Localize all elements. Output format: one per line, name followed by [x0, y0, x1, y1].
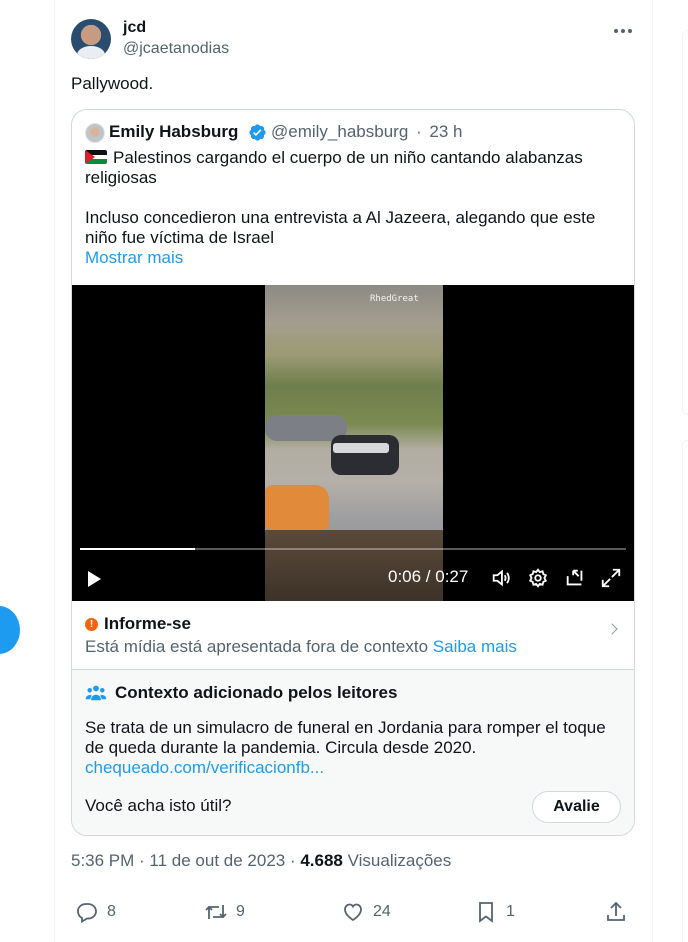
community-notes: Contexto adicionado pelos leitores Se tr… [72, 670, 634, 835]
informe-notice[interactable]: ! Informe-se Está mídia está apresentada… [72, 601, 634, 670]
share-icon [607, 901, 625, 921]
quote-author-handle[interactable]: @emily_habsburg [271, 122, 408, 141]
rate-button[interactable]: Avalie [532, 791, 621, 823]
quote-avatar[interactable] [85, 123, 105, 143]
show-more-link[interactable]: Mostrar mais [85, 248, 625, 268]
bookmark-count: 1 [506, 903, 515, 920]
settings-icon[interactable] [527, 567, 549, 589]
fullscreen-icon[interactable] [600, 567, 622, 589]
video-player[interactable]: RhedGreat 0:06 / 0:27 [72, 285, 634, 601]
author-name[interactable]: jcd [123, 19, 146, 37]
timeline-left-border [54, 0, 55, 942]
bookmark-icon [479, 902, 493, 923]
people-icon [85, 685, 107, 701]
verified-badge-icon [249, 124, 266, 141]
picture-in-picture-icon[interactable] [564, 567, 586, 589]
sidebar-card [682, 30, 688, 415]
like-button[interactable]: 24 [341, 898, 391, 926]
like-count: 24 [373, 903, 391, 920]
chevron-right-icon[interactable] [606, 623, 618, 635]
sidebar-card [682, 440, 688, 942]
informe-body: Está mídia está apresentada fora de cont… [85, 637, 433, 656]
helpful-question: Você acha isto útil? [85, 796, 232, 815]
note-source-link[interactable]: chequeado.com/verificacionfb... [85, 758, 615, 778]
video-time: 0:06 / 0:27 [388, 567, 469, 586]
reply-count: 8 [107, 903, 116, 920]
views-label: Visualizações [342, 851, 452, 870]
quote-text: Palestinos cargando el cuerpo de un niño… [85, 148, 625, 268]
community-notes-title: Contexto adicionado pelos leitores [115, 683, 398, 702]
retweet-button[interactable]: 9 [204, 898, 245, 926]
learn-more-link[interactable]: Saiba mais [433, 637, 517, 656]
quoted-tweet[interactable]: Emily Habsburg @emily_habsburg · 23 h Pa… [71, 109, 635, 836]
video-watermark: RhedGreat [370, 294, 419, 304]
views-count: 4.688 [300, 851, 343, 870]
retweet-icon [205, 905, 227, 919]
tweet-text: Pallywood. [71, 74, 154, 93]
tweet-actions: 8 9 24 1 [71, 898, 635, 926]
video-progress-bar[interactable] [80, 548, 626, 550]
share-button[interactable] [604, 898, 636, 926]
compose-fab-button[interactable] [0, 606, 20, 654]
tweet-timestamp[interactable]: 5:36 PM · 11 de out de 2023 · [71, 851, 300, 870]
quote-author-name[interactable]: Emily Habsburg [109, 122, 238, 142]
heart-icon [344, 903, 362, 922]
warning-icon: ! [85, 618, 98, 631]
video-frame: RhedGreat [265, 285, 443, 601]
meta-separator: · [416, 122, 422, 141]
video-progress-fill [80, 548, 195, 550]
informe-title: Informe-se [104, 614, 191, 633]
retweet-count: 9 [236, 903, 245, 920]
volume-icon[interactable] [490, 567, 512, 589]
avatar[interactable] [71, 19, 111, 59]
reply-icon [77, 903, 97, 924]
bookmark-button[interactable]: 1 [474, 898, 515, 926]
reply-button[interactable]: 8 [75, 898, 116, 926]
community-note-text: Se trata de un simulacro de funeral en J… [85, 718, 606, 757]
quote-age[interactable]: 23 h [429, 122, 462, 141]
palestine-flag-icon [85, 150, 107, 164]
quote-line-1: Palestinos cargando el cuerpo de un niño… [85, 148, 583, 187]
more-options-icon[interactable] [611, 27, 635, 35]
play-icon[interactable] [88, 571, 101, 587]
quote-line-2: Incluso concedieron una entrevista a Al … [85, 208, 596, 247]
author-handle[interactable]: @jcaetanodias [123, 40, 229, 58]
timeline-right-border [652, 0, 653, 942]
